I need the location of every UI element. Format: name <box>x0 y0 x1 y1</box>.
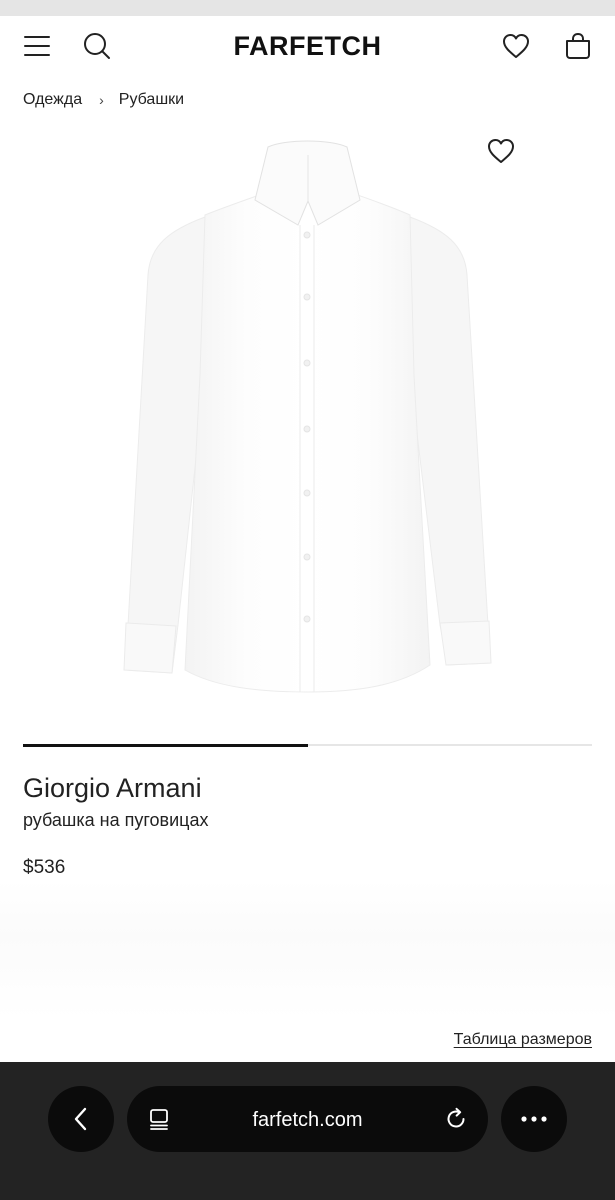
shopping-bag-icon <box>566 32 590 59</box>
address-bar[interactable]: farfetch.com <box>127 1086 488 1152</box>
more-options-button[interactable] <box>501 1086 567 1152</box>
browser-toolbar: farfetch.com <box>0 1062 615 1200</box>
gallery-progress-fill <box>23 743 308 747</box>
wishlist-button[interactable] <box>500 30 532 62</box>
product-description: рубашка на пуговицах <box>23 810 209 830</box>
back-icon <box>74 1107 87 1131</box>
product-price: $536 <box>23 857 66 878</box>
product-image[interactable] <box>0 125 615 735</box>
size-chart-link[interactable]: Таблица размеров <box>454 1031 592 1049</box>
gallery-progress-track[interactable] <box>23 743 592 747</box>
site-header: FARFETCH <box>0 16 615 78</box>
shopping-bag-button[interactable] <box>562 30 594 62</box>
breadcrumb-item-clothing[interactable]: Одежда <box>23 91 82 109</box>
add-to-wishlist-button[interactable] <box>484 134 518 168</box>
url-text[interactable]: farfetch.com <box>127 1108 488 1132</box>
heart-icon <box>503 34 529 58</box>
reload-icon[interactable] <box>444 1107 468 1131</box>
promo-area <box>0 880 615 1020</box>
product-brand[interactable]: Giorgio Armani <box>23 771 202 805</box>
breadcrumb: Одежда › Рубашки <box>23 89 184 111</box>
white-shirt-image <box>123 140 492 693</box>
status-strip <box>0 0 615 16</box>
heart-icon <box>488 139 514 163</box>
breadcrumb-item-shirts[interactable]: Рубашки <box>119 91 184 109</box>
more-icon <box>521 1116 547 1122</box>
breadcrumb-separator: › <box>99 92 104 108</box>
back-button[interactable] <box>48 1086 114 1152</box>
